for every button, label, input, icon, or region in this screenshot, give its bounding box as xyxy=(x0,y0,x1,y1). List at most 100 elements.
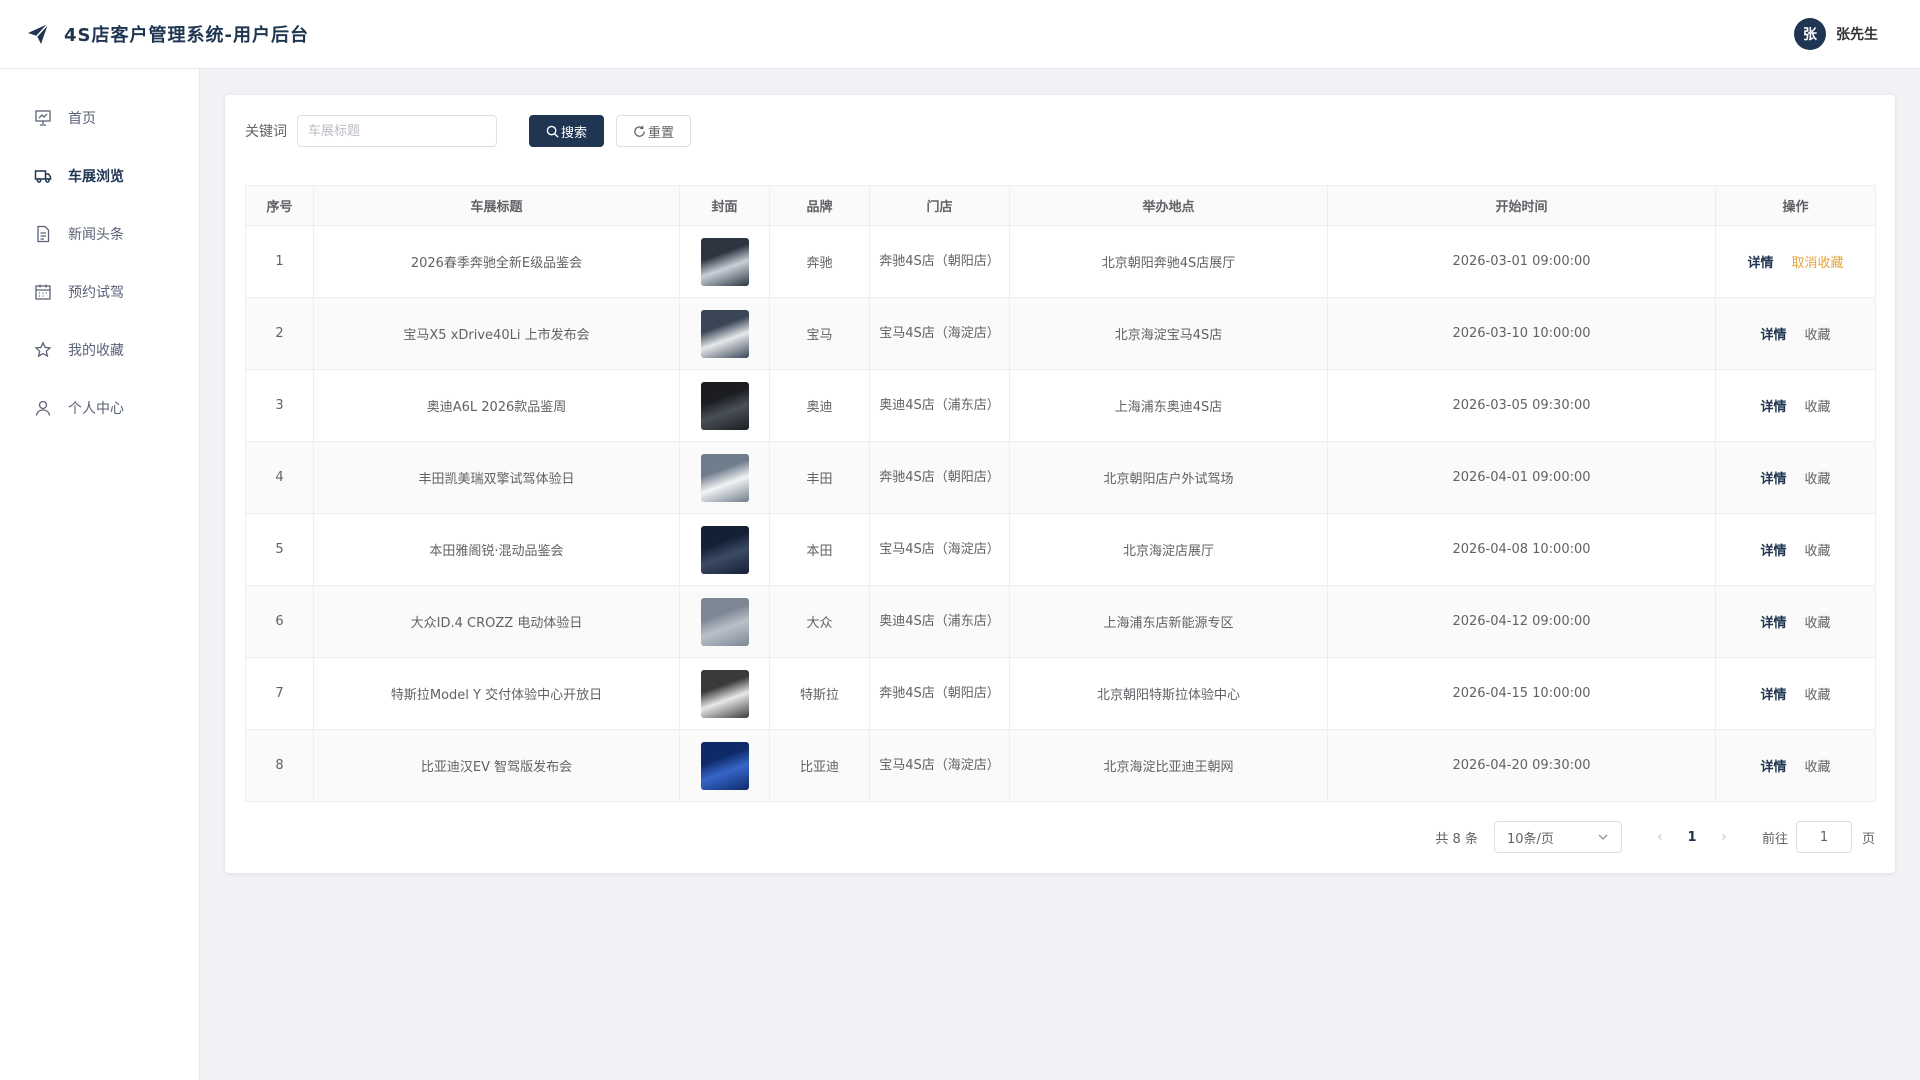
detail-button[interactable]: 详情 xyxy=(1760,540,1786,559)
cell-no: 6 xyxy=(245,585,314,658)
cell-store: 宝马4S店（海淀店） xyxy=(869,729,1010,802)
search-input[interactable] xyxy=(297,115,497,147)
cell-start-time: 2026-03-05 09:30:00 xyxy=(1327,369,1716,442)
brand: 4S店客户管理系统-用户后台 xyxy=(26,21,309,47)
user-name[interactable]: 张先生 xyxy=(1836,24,1878,44)
cell-brand: 大众 xyxy=(769,585,870,658)
sidebar-item-news[interactable]: 新闻头条 xyxy=(0,205,199,263)
cell-location: 北京朝阳店户外试驾场 xyxy=(1009,441,1328,514)
header-location: 举办地点 xyxy=(1009,185,1328,226)
cell-cover xyxy=(679,585,770,658)
table-row: 7 特斯拉Model Y 交付体验中心开放日 特斯拉 奔驰4S店（朝阳店） 北京朝阳特斯… xyxy=(245,657,1876,730)
page-size-value: 10条/页 xyxy=(1506,831,1554,847)
favorite-button[interactable]: 收藏 xyxy=(1805,540,1831,559)
cell-location: 北京朝阳奔驰4S店展厅 xyxy=(1009,225,1328,298)
header-store: 门店 xyxy=(869,185,1010,226)
cover-image[interactable] xyxy=(700,597,749,646)
goto-page-input[interactable] xyxy=(1795,821,1852,853)
avatar[interactable]: 张 xyxy=(1794,18,1826,50)
cell-brand: 奥迪 xyxy=(769,369,870,442)
sidebar-item-label: 车展浏览 xyxy=(68,169,124,185)
detail-button[interactable]: 详情 xyxy=(1760,324,1786,343)
top-header: 4S店客户管理系统-用户后台 张 张先生 xyxy=(0,0,1920,69)
cell-no: 8 xyxy=(245,729,314,802)
sidebar: 首页 车展浏览 新闻头条 预约试驾 我的收藏 个人中心 xyxy=(0,69,200,1080)
cell-title: 特斯拉Model Y 交付体验中心开放日 xyxy=(313,657,680,730)
pagination: 共 8 条 10条/页 ‹ 1 › 前往 页 xyxy=(1435,821,1875,853)
search-button[interactable]: 搜索 xyxy=(529,115,605,147)
cover-image[interactable] xyxy=(700,453,749,502)
cell-start-time: 2026-04-15 10:00:00 xyxy=(1327,657,1716,730)
table-row: 6 大众ID.4 CROZZ 电动体验日 大众 奥迪4S店（浦东店） 上海浦东店新能源专… xyxy=(245,585,1876,658)
calendar-icon xyxy=(35,284,51,300)
sidebar-item-label: 我的收藏 xyxy=(68,343,124,359)
cell-no: 4 xyxy=(245,441,314,514)
cell-location: 上海浦东奥迪4S店 xyxy=(1009,369,1328,442)
detail-button[interactable]: 详情 xyxy=(1760,756,1786,775)
header-cover: 封面 xyxy=(679,185,770,226)
cell-start-time: 2026-03-10 10:00:00 xyxy=(1327,297,1716,370)
unfavorite-button[interactable]: 取消收藏 xyxy=(1792,252,1844,271)
sidebar-item-profile[interactable]: 个人中心 xyxy=(0,379,199,437)
detail-button[interactable]: 详情 xyxy=(1760,612,1786,631)
sidebar-item-label: 首页 xyxy=(68,111,96,127)
favorite-button[interactable]: 收藏 xyxy=(1805,756,1831,775)
presentation-icon xyxy=(35,110,51,126)
next-page-button[interactable]: › xyxy=(1710,829,1738,845)
user-menu[interactable]: 张 张先生 xyxy=(1794,18,1878,50)
main-content: 关键词 搜索 重置 序号 车展标题 封面 品牌 门店 xyxy=(225,95,1895,873)
detail-button[interactable]: 详情 xyxy=(1760,684,1786,703)
header-title: 车展标题 xyxy=(313,185,680,226)
cover-image[interactable] xyxy=(700,381,749,430)
cell-location: 北京朝阳特斯拉体验中心 xyxy=(1009,657,1328,730)
favorite-button[interactable]: 收藏 xyxy=(1805,468,1831,487)
cover-image[interactable] xyxy=(700,669,749,718)
user-icon xyxy=(35,400,51,416)
auto-show-table: 序号 车展标题 封面 品牌 门店 举办地点 开始时间 操作 1 2026春季奔驰全… xyxy=(245,185,1876,802)
total-count: 共 8 条 xyxy=(1435,831,1478,847)
cell-cover xyxy=(679,441,770,514)
favorite-button[interactable]: 收藏 xyxy=(1805,684,1831,703)
sidebar-item-home[interactable]: 首页 xyxy=(0,89,199,147)
cell-cover xyxy=(679,225,770,298)
star-icon xyxy=(34,341,52,358)
table-row: 1 2026春季奔驰全新E级品鉴会 奔驰 奔驰4S店（朝阳店） 北京朝阳奔驰4S店展厅 2… xyxy=(245,225,1876,298)
cell-actions: 详情 收藏 xyxy=(1715,585,1876,658)
cell-actions: 详情 收藏 xyxy=(1715,441,1876,514)
favorite-button[interactable]: 收藏 xyxy=(1805,396,1831,415)
cover-image[interactable] xyxy=(700,525,749,574)
cell-location: 北京海淀店展厅 xyxy=(1009,513,1328,586)
page-unit-label: 页 xyxy=(1861,831,1875,847)
cell-actions: 详情 收藏 xyxy=(1715,297,1876,370)
favorite-button[interactable]: 收藏 xyxy=(1805,612,1831,631)
cover-image[interactable] xyxy=(700,237,749,286)
cell-brand: 宝马 xyxy=(769,297,870,370)
search-button-label: 搜索 xyxy=(561,125,588,141)
sidebar-item-label: 新闻头条 xyxy=(68,227,124,243)
sidebar-item-favorites[interactable]: 我的收藏 xyxy=(0,321,199,379)
cell-store: 奥迪4S店（浦东店） xyxy=(869,369,1010,442)
prev-page-button[interactable]: ‹ xyxy=(1646,829,1674,845)
cell-cover xyxy=(679,297,770,370)
cell-store: 奥迪4S店（浦东店） xyxy=(869,585,1010,658)
page-number-1[interactable]: 1 xyxy=(1674,830,1710,845)
cell-cover xyxy=(679,729,770,802)
search-icon xyxy=(546,125,559,138)
sidebar-item-test-drive[interactable]: 预约试驾 xyxy=(0,263,199,321)
cover-image[interactable] xyxy=(700,741,749,790)
reset-button[interactable]: 重置 xyxy=(616,115,692,147)
cover-image[interactable] xyxy=(700,309,749,358)
favorite-button[interactable]: 收藏 xyxy=(1805,324,1831,343)
cell-cover xyxy=(679,657,770,730)
cell-store: 奔驰4S店（朝阳店） xyxy=(869,225,1010,298)
cell-start-time: 2026-04-08 10:00:00 xyxy=(1327,513,1716,586)
cell-store: 奔驰4S店（朝阳店） xyxy=(869,657,1010,730)
detail-button[interactable]: 详情 xyxy=(1747,252,1773,271)
sidebar-item-auto-show[interactable]: 车展浏览 xyxy=(0,147,199,205)
sidebar-item-label: 预约试驾 xyxy=(68,285,124,301)
detail-button[interactable]: 详情 xyxy=(1760,396,1786,415)
detail-button[interactable]: 详情 xyxy=(1760,468,1786,487)
page-size-select[interactable]: 10条/页 xyxy=(1493,821,1622,853)
chevron-down-icon xyxy=(1598,834,1608,840)
cell-location: 北京海淀宝马4S店 xyxy=(1009,297,1328,370)
